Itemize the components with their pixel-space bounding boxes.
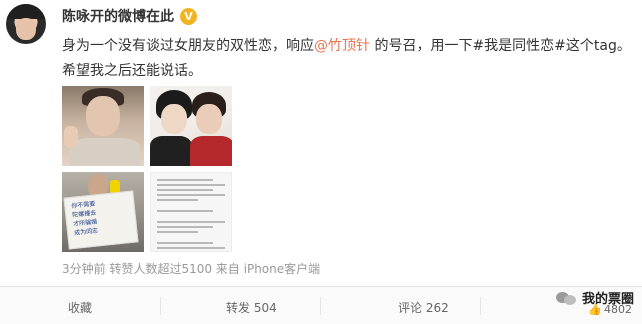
divider [160, 297, 161, 315]
photo-4[interactable] [150, 172, 232, 252]
photo-2-left-face [161, 104, 187, 134]
like-button[interactable]: 👍 4802 [588, 303, 632, 316]
photo-1-shirt [70, 138, 140, 166]
wechat-icon [555, 290, 578, 306]
photo-1-face [86, 96, 120, 136]
action-bar: 收藏 转发 504 评论 262 [0, 286, 642, 324]
avatar-face [16, 18, 36, 40]
photo-3[interactable]: 你不需要 陀螺撞去 才所骗婚 成为同志 [62, 172, 144, 252]
avatar-cap [6, 4, 46, 19]
repost-button[interactable]: 转发 504 [226, 299, 277, 316]
photo-1[interactable] [62, 86, 144, 166]
comment-button[interactable]: 评论 262 [398, 299, 449, 316]
divider [320, 297, 321, 315]
user-header: 陈咏开的微博在此 V [62, 6, 197, 26]
post-text-prefix: 身为一个没有谈过女朋友的双性恋，响应 [62, 38, 314, 54]
photo-3-sign: 你不需要 陀螺撞去 才所骗婚 成为同志 [63, 190, 139, 250]
post-line-1: 身为一个没有谈过女朋友的双性恋，响应@竹顶针 的号召，用一下#我是同性恋#这个t… [62, 34, 637, 59]
photo-2-left-body [150, 136, 192, 166]
photo-2[interactable] [150, 86, 232, 166]
post-text-end: 这个tag。 [565, 38, 631, 54]
photo-2-right-face [196, 104, 222, 134]
post-line-2: 希望我之后还能说话。 [62, 63, 202, 79]
post-text-middle: 的号召，用一下 [370, 38, 473, 54]
avatar[interactable] [6, 4, 46, 44]
verified-badge-icon: V [180, 7, 197, 25]
post-meta: 3分钟前 转赞人数超过5100 来自 iPhone客户端 [62, 262, 321, 276]
photo-4-text-lines [157, 179, 225, 251]
mention-link[interactable]: @竹顶针 [314, 38, 370, 54]
username[interactable]: 陈咏开的微博在此 [62, 6, 174, 26]
favorite-button[interactable]: 收藏 [68, 299, 92, 316]
thumbs-up-icon: 👍 [588, 303, 602, 316]
photo-2-right-body [190, 136, 232, 166]
post-text: 身为一个没有谈过女朋友的双性恋，响应@竹顶针 的号召，用一下#我是同性恋#这个t… [62, 34, 637, 84]
like-count: 4802 [604, 303, 632, 316]
photo-1-hand [64, 126, 78, 148]
hashtag-link[interactable]: #我是同性恋# [472, 38, 565, 54]
divider [480, 297, 481, 315]
